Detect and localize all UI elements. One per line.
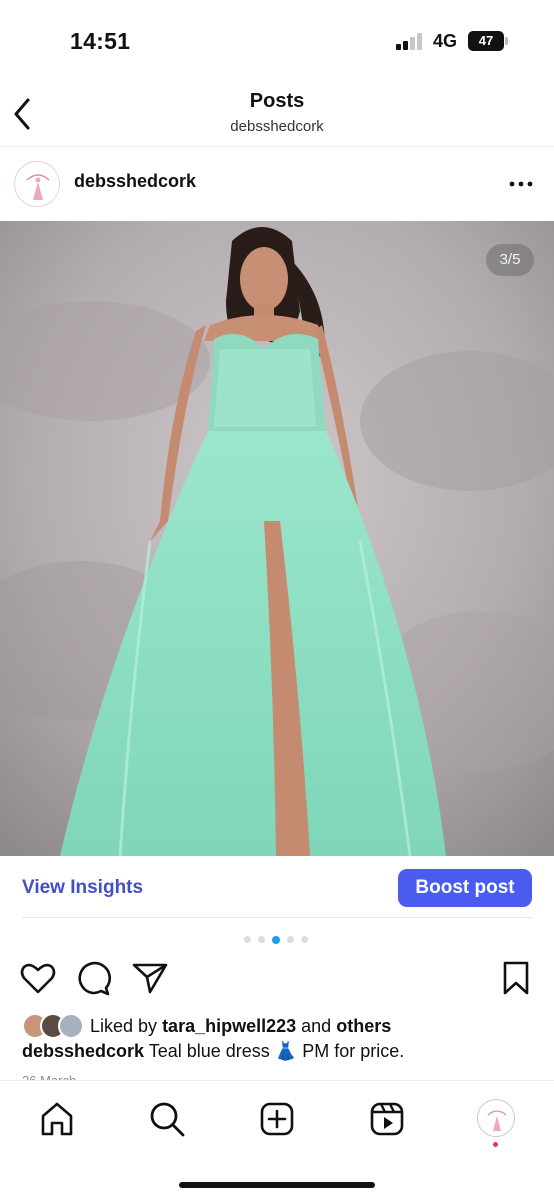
insights-row: View Insights Boost post xyxy=(0,856,554,920)
liked-by-text: Liked by tara_hipwell223 and others xyxy=(90,1016,391,1037)
battery-cap xyxy=(505,37,508,45)
profile-avatar xyxy=(479,1101,514,1136)
home-indicator xyxy=(179,1182,375,1188)
reels-icon xyxy=(370,1102,404,1136)
post-header: debsshedcork xyxy=(0,147,554,221)
tab-create[interactable] xyxy=(257,1099,297,1139)
share-button[interactable] xyxy=(130,958,170,998)
caption-username[interactable]: debsshedcork xyxy=(22,1041,144,1061)
post-caption: debsshedcork Teal blue dress 👗 PM for pr… xyxy=(22,1041,542,1062)
carousel-dot xyxy=(287,936,294,943)
tab-home[interactable] xyxy=(37,1099,77,1139)
liked-by-row[interactable]: Liked by tara_hipwell223 and others xyxy=(22,1012,542,1042)
page-title: Posts xyxy=(249,90,305,112)
tab-profile[interactable] xyxy=(477,1099,515,1137)
status-bar: 14:51 4G 47 xyxy=(0,0,554,80)
profile-logo-icon xyxy=(16,163,59,206)
nav-header: Posts debsshedcork xyxy=(0,80,554,146)
carousel-dot xyxy=(258,936,265,943)
boost-post-button[interactable]: Boost post xyxy=(398,869,532,907)
tab-search[interactable] xyxy=(147,1099,187,1139)
avatar[interactable] xyxy=(14,161,60,207)
save-button[interactable] xyxy=(496,958,536,998)
liked-user[interactable]: tara_hipwell223 xyxy=(162,1016,296,1036)
carousel-dot xyxy=(301,936,308,943)
bookmark-icon xyxy=(503,961,529,995)
carousel-dots xyxy=(244,935,314,945)
liked-prefix: Liked by xyxy=(90,1016,158,1036)
image-counter-badge: 3/5 xyxy=(486,244,534,276)
comment-button[interactable] xyxy=(73,958,113,998)
home-icon xyxy=(41,1102,73,1136)
notification-dot xyxy=(493,1142,498,1147)
avatar xyxy=(58,1013,84,1039)
create-icon xyxy=(260,1102,294,1136)
send-icon xyxy=(132,963,168,994)
signal-icon xyxy=(396,33,426,50)
battery-icon: 47 xyxy=(468,31,504,51)
teal-dress-photo xyxy=(0,221,554,856)
tab-reels[interactable] xyxy=(367,1099,407,1139)
heart-icon xyxy=(20,963,56,994)
liked-avatars xyxy=(22,1013,88,1039)
page-subtitle: debsshedcork xyxy=(230,118,324,135)
carousel-dot xyxy=(244,936,251,943)
liked-middle: and xyxy=(301,1016,332,1036)
insights-divider xyxy=(22,917,532,918)
caption-text: Teal blue dress 👗 PM for price. xyxy=(148,1041,405,1061)
more-icon xyxy=(509,181,533,187)
post-actions xyxy=(0,958,554,1002)
network-label: 4G xyxy=(433,31,458,51)
search-icon xyxy=(150,1102,185,1137)
like-button[interactable] xyxy=(18,958,58,998)
comment-icon xyxy=(78,961,111,996)
status-time: 14:51 xyxy=(70,28,131,54)
view-insights-link[interactable]: View Insights xyxy=(22,877,143,899)
more-options-button[interactable] xyxy=(506,174,536,194)
carousel-dot-active xyxy=(272,935,280,944)
post-username[interactable]: debsshedcork xyxy=(74,171,196,192)
liked-suffix[interactable]: others xyxy=(336,1016,391,1036)
post-image[interactable]: 3/5 xyxy=(0,221,554,856)
